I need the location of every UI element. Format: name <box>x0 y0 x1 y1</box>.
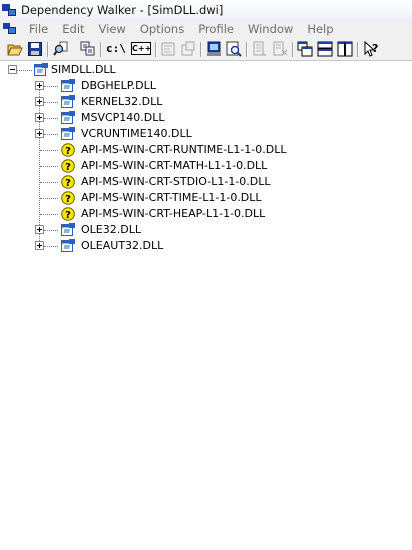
missing-module-icon: ? <box>61 207 75 221</box>
missing-module-icon: ? <box>61 175 75 189</box>
missing-module-icon: ? <box>61 143 75 157</box>
module-icon <box>61 223 75 236</box>
toolbar: c:\ C++ ? <box>0 38 412 61</box>
tree-node[interactable]: VCRUNTIME140.DLL <box>0 126 412 142</box>
module-icon <box>61 127 75 140</box>
child-window-system-icon[interactable] <box>3 23 17 35</box>
expand-toggle[interactable] <box>35 129 44 138</box>
module-icon <box>34 63 48 76</box>
expand-toggle[interactable] <box>35 97 44 106</box>
tree-node[interactable]: ? API-MS-WIN-CRT-HEAP-L1-1-0.DLL <box>0 206 412 222</box>
tree-node[interactable]: DBGHELP.DLL <box>0 78 412 94</box>
menu-window[interactable]: Window <box>241 22 300 36</box>
module-icon <box>61 239 75 252</box>
copy-module-icon[interactable] <box>80 41 96 57</box>
svg-text:?: ? <box>65 178 71 189</box>
title-bar: Dependency Walker - [SimDLL.dwi] <box>0 0 412 20</box>
tree-node-label: VCRUNTIME140.DLL <box>81 127 192 140</box>
system-info-disabled-icon[interactable] <box>180 41 196 57</box>
context-help-icon[interactable]: ? <box>363 41 379 57</box>
expand-toggle[interactable] <box>35 225 44 234</box>
module-icon <box>61 95 75 108</box>
collapse-toggle[interactable] <box>8 65 17 74</box>
tree-node-label: OLE32.DLL <box>81 223 141 236</box>
tree-node[interactable]: OLEAUT32.DLL <box>0 238 412 254</box>
save-icon[interactable] <box>27 41 43 57</box>
missing-module-icon: ? <box>61 159 75 173</box>
menu-bar: File Edit View Options Profile Window He… <box>0 20 412 38</box>
tree-node-label: API-MS-WIN-CRT-HEAP-L1-1-0.DLL <box>81 207 266 220</box>
tree-node-label: OLEAUT32.DLL <box>81 239 164 252</box>
open-icon[interactable] <box>7 41 23 57</box>
tree-node-label: MSVCP140.DLL <box>81 111 165 124</box>
tree-node[interactable]: ? API-MS-WIN-CRT-TIME-L1-1-0.DLL <box>0 190 412 206</box>
menu-profile[interactable]: Profile <box>191 22 241 36</box>
cascade-windows-icon[interactable] <box>297 41 313 57</box>
properties-disabled-icon[interactable] <box>160 41 176 57</box>
tree-node[interactable]: ? API-MS-WIN-CRT-MATH-L1-1-0.DLL <box>0 158 412 174</box>
svg-text:?: ? <box>372 42 378 55</box>
tree-node[interactable]: MSVCP140.DLL <box>0 110 412 126</box>
tile-horizontal-icon[interactable] <box>317 41 333 57</box>
collapse-all-disabled-icon[interactable] <box>272 41 288 57</box>
svg-text:?: ? <box>65 210 71 221</box>
undecorate-cpp-button[interactable]: C++ <box>131 41 151 57</box>
svg-text:?: ? <box>65 194 71 205</box>
full-paths-button[interactable]: c:\ <box>106 41 126 57</box>
tile-vertical-icon[interactable] <box>337 41 353 57</box>
tree-node[interactable]: KERNEL32.DLL <box>0 94 412 110</box>
menu-edit[interactable]: Edit <box>55 22 91 36</box>
module-icon <box>61 79 75 92</box>
quick-view-icon[interactable] <box>226 41 242 57</box>
module-tree[interactable]: SIMDLL.DLL DBGHELP.DLL KERNEL32.DLL MSVCP1… <box>0 61 412 550</box>
tree-root-label: SIMDLL.DLL <box>51 63 116 76</box>
expand-toggle[interactable] <box>35 81 44 90</box>
menu-help[interactable]: Help <box>300 22 340 36</box>
tree-node-label: API-MS-WIN-CRT-TIME-L1-1-0.DLL <box>81 191 262 204</box>
tree-node-label: DBGHELP.DLL <box>81 79 156 92</box>
svg-text:?: ? <box>65 162 71 173</box>
find-icon[interactable] <box>53 41 69 57</box>
menu-file[interactable]: File <box>22 22 55 36</box>
expand-all-disabled-icon[interactable] <box>252 41 268 57</box>
missing-module-icon: ? <box>61 191 75 205</box>
tree-root-node[interactable]: SIMDLL.DLL <box>0 62 412 78</box>
tree-node-label: KERNEL32.DLL <box>81 95 163 108</box>
window-title: Dependency Walker - [SimDLL.dwi] <box>21 3 224 17</box>
tree-node[interactable]: OLE32.DLL <box>0 222 412 238</box>
tree-node[interactable]: ? API-MS-WIN-CRT-STDIO-L1-1-0.DLL <box>0 174 412 190</box>
module-icon <box>61 111 75 124</box>
tree-node[interactable]: ? API-MS-WIN-CRT-RUNTIME-L1-1-0.DLL <box>0 142 412 158</box>
dependency-walker-app-icon[interactable] <box>2 4 16 16</box>
tree-node-label: API-MS-WIN-CRT-RUNTIME-L1-1-0.DLL <box>81 143 287 156</box>
menu-view[interactable]: View <box>92 22 133 36</box>
external-viewer-icon[interactable] <box>206 41 222 57</box>
tree-node-label: API-MS-WIN-CRT-STDIO-L1-1-0.DLL <box>81 175 271 188</box>
tree-node-label: API-MS-WIN-CRT-MATH-L1-1-0.DLL <box>81 159 268 172</box>
expand-toggle[interactable] <box>35 113 44 122</box>
menu-options[interactable]: Options <box>133 22 191 36</box>
expand-toggle[interactable] <box>35 241 44 250</box>
svg-text:?: ? <box>65 146 71 157</box>
